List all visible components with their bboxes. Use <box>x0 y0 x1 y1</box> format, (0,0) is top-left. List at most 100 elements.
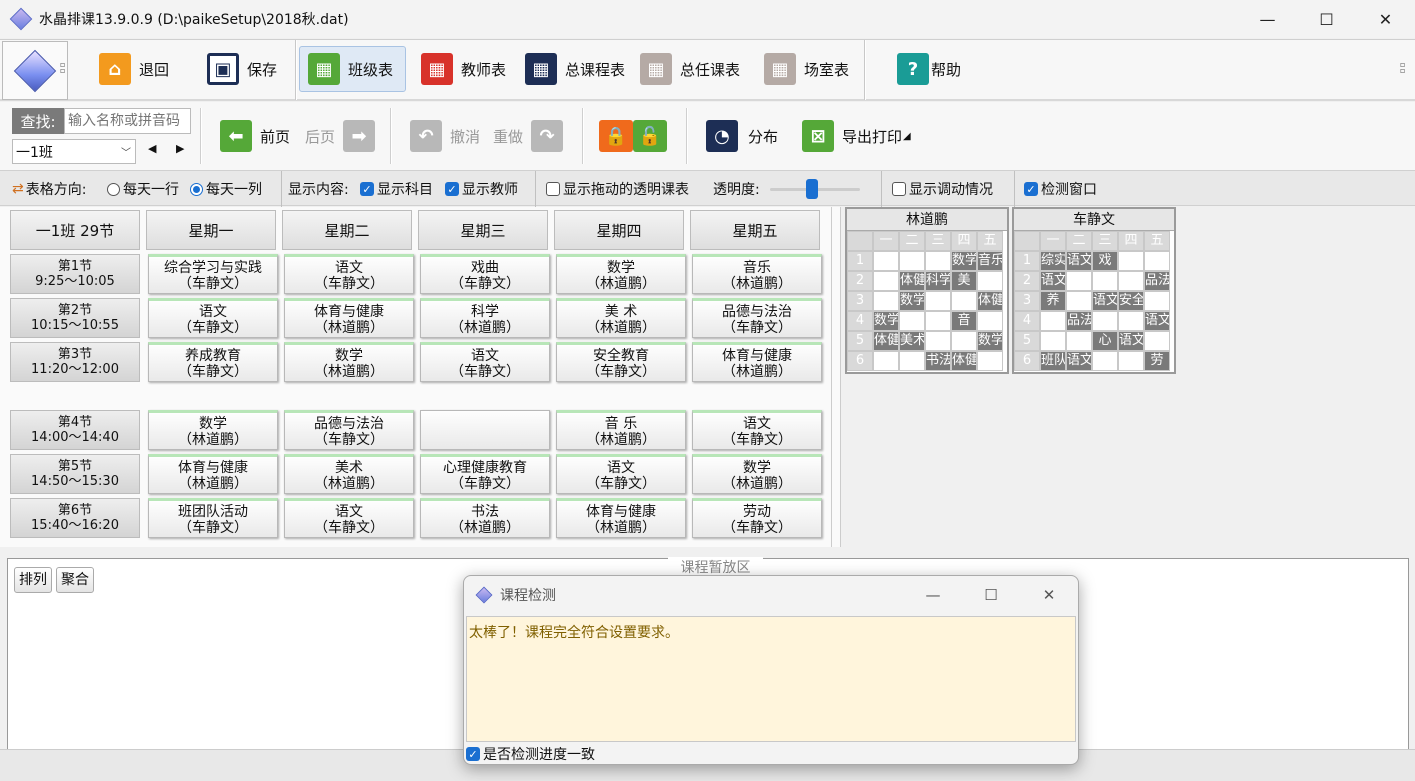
class-table-button[interactable]: ▦ 班级表 <box>299 46 406 92</box>
mini-cell[interactable] <box>977 311 1003 331</box>
mini-cell[interactable]: 安全 <box>1118 291 1144 311</box>
next-class-button[interactable]: ▶ <box>176 142 184 155</box>
dialog-close-button[interactable]: ✕ <box>1020 576 1078 614</box>
course-cell[interactable]: 劳动 （车静文） <box>692 498 822 538</box>
mini-cell[interactable]: 数学 <box>951 251 977 271</box>
course-cell[interactable]: 品德与法治 （车静文） <box>692 298 822 338</box>
arrange-button[interactable]: 排列 <box>14 567 52 593</box>
distribution-button[interactable]: ◔ 分布 <box>706 120 778 152</box>
dialog-maximize-button[interactable]: ☐ <box>962 576 1020 614</box>
total-course-table-button[interactable]: ▦ 总课程表 <box>516 46 634 92</box>
mini-cell[interactable]: 美 <box>951 271 977 291</box>
aggregate-button[interactable]: 聚合 <box>56 567 94 593</box>
course-cell[interactable]: 心理健康教育 （车静文） <box>420 454 550 494</box>
course-cell[interactable]: 音 乐（林道鹏） <box>556 410 686 450</box>
mini-cell[interactable] <box>1118 251 1144 271</box>
mini-cell[interactable]: 体健 <box>873 331 899 351</box>
col-per-day-radio[interactable]: 每天一列 <box>190 171 262 207</box>
mini-cell[interactable] <box>899 311 925 331</box>
mini-cell[interactable]: 语文 <box>1066 351 1092 371</box>
course-cell[interactable]: 书法 （林道鹏） <box>420 498 550 538</box>
show-teacher-checkbox[interactable]: ✓ 显示教师 <box>445 171 518 207</box>
opacity-slider-thumb[interactable] <box>806 179 818 199</box>
save-button[interactable]: ▣ 保存 <box>198 46 286 92</box>
mini-cell[interactable] <box>899 351 925 371</box>
mini-cell[interactable] <box>1118 351 1144 371</box>
period-header[interactable]: 第4节 14:00～14:40 <box>10 410 140 450</box>
course-cell[interactable]: 语文 （车静文） <box>556 454 686 494</box>
period-header[interactable]: 第6节 15:40～16:20 <box>10 498 140 538</box>
mini-cell[interactable] <box>1066 331 1092 351</box>
course-cell[interactable]: 数学 （林道鹏） <box>692 454 822 494</box>
redo-button[interactable]: 重做 ↷ <box>493 120 564 152</box>
total-assign-table-button[interactable]: ▦ 总任课表 <box>631 46 749 92</box>
mini-cell[interactable]: 书法 <box>925 351 951 371</box>
next-page-button[interactable]: 后页 ➡ <box>305 120 376 152</box>
check-progress-checkbox[interactable]: ✓ 是否检测进度一致 <box>466 744 595 764</box>
course-cell[interactable]: 音乐 （林道鹏） <box>692 254 822 294</box>
teacher-mini-table[interactable]: 林道鹏 一二三四五 1 数学 音乐 2 体健 科学美 3 数学 体健 4 数学音 5 体健 美术 数学 6 书法体… <box>845 207 1009 374</box>
course-cell[interactable]: 语文 （车静文） <box>284 498 414 538</box>
teacher-table-button[interactable]: ▦ 教师表 <box>412 46 515 92</box>
course-cell[interactable]: 美 术（林道鹏） <box>556 298 686 338</box>
mini-cell[interactable] <box>873 351 899 371</box>
mini-cell[interactable]: 品法 <box>1066 311 1092 331</box>
show-subject-checkbox[interactable]: ✓ 显示科目 <box>360 171 433 207</box>
course-cell[interactable]: 戏曲 （车静文） <box>420 254 550 294</box>
mini-cell[interactable]: 体健 <box>951 351 977 371</box>
maximize-button[interactable]: ☐ <box>1297 0 1356 38</box>
mini-cell[interactable] <box>1092 351 1118 371</box>
mini-cell[interactable]: 养 <box>1040 291 1066 311</box>
mini-cell[interactable] <box>925 311 951 331</box>
course-cell[interactable]: 数学 （林道鹏） <box>284 342 414 382</box>
minimize-button[interactable]: — <box>1238 0 1297 38</box>
help-button[interactable]: ? 帮助 <box>888 46 970 92</box>
mini-cell[interactable] <box>1118 311 1144 331</box>
show-adjust-checkbox[interactable]: 显示调动情况 <box>892 171 993 207</box>
day-header[interactable]: 星期三 <box>418 210 548 250</box>
mini-cell[interactable] <box>1092 311 1118 331</box>
mini-cell[interactable]: 综实 <box>1040 251 1066 271</box>
course-cell[interactable]: 语文 （车静文） <box>692 410 822 450</box>
course-cell[interactable]: 安全教育 （车静文） <box>556 342 686 382</box>
period-header[interactable]: 第3节 11:20～12:00 <box>10 342 140 382</box>
mini-cell[interactable]: 劳 <box>1144 351 1170 371</box>
mini-cell[interactable]: 语文 <box>1118 331 1144 351</box>
mini-cell[interactable]: 音 <box>951 311 977 331</box>
mini-cell[interactable] <box>1040 311 1066 331</box>
export-print-button[interactable]: ⊠ 导出打印 ◢ <box>802 120 911 152</box>
app-menu-logo[interactable] <box>2 41 68 100</box>
mini-cell[interactable]: 心 <box>1092 331 1118 351</box>
mini-cell[interactable] <box>899 251 925 271</box>
course-cell[interactable]: 美术 （林道鹏） <box>284 454 414 494</box>
mini-cell[interactable]: 班队 <box>1040 351 1066 371</box>
course-cell[interactable]: 体育与健康 （林道鹏） <box>692 342 822 382</box>
undo-button[interactable]: ↶ 撤消 <box>410 120 480 152</box>
mini-cell[interactable] <box>1040 331 1066 351</box>
mini-cell[interactable] <box>977 271 1003 291</box>
back-button[interactable]: ⌂ 退回 <box>90 46 178 92</box>
mini-cell[interactable] <box>925 331 951 351</box>
teacher-mini-table[interactable]: 车静文 一二三四五 1 综实 语文戏 2 语文 品法 3 养语文 安全 4 品法 语文 5 心语文 6 班队 语文… <box>1012 207 1176 374</box>
dialog-minimize-button[interactable]: — <box>904 576 962 614</box>
mini-cell[interactable]: 美术 <box>899 331 925 351</box>
course-cell[interactable]: 科学 （林道鹏） <box>420 298 550 338</box>
period-header[interactable]: 第2节 10:15～10:55 <box>10 298 140 338</box>
show-transparent-checkbox[interactable]: 显示拖动的透明课表 <box>546 171 689 207</box>
mini-cell[interactable] <box>873 271 899 291</box>
search-input[interactable] <box>64 108 191 134</box>
course-cell[interactable]: 语文 （车静文） <box>284 254 414 294</box>
panel-splitter[interactable] <box>831 207 841 547</box>
mini-cell[interactable]: 语文 <box>1092 291 1118 311</box>
mini-cell[interactable] <box>873 291 899 311</box>
course-cell[interactable]: 数学 （林道鹏） <box>556 254 686 294</box>
course-cell[interactable]: 品德与法治 （车静文） <box>284 410 414 450</box>
mini-cell[interactable]: 语文 <box>1040 271 1066 291</box>
class-select[interactable]: 一1班 ﹀ <box>12 139 136 164</box>
course-cell[interactable]: 体育与健康 （林道鹏） <box>284 298 414 338</box>
mini-cell[interactable]: 音乐 <box>977 251 1003 271</box>
mini-cell[interactable]: 品法 <box>1144 271 1170 291</box>
prev-class-button[interactable]: ◀ <box>148 142 156 155</box>
course-cell[interactable]: 养成教育 （车静文） <box>148 342 278 382</box>
row-per-day-radio[interactable]: 每天一行 <box>107 171 179 207</box>
